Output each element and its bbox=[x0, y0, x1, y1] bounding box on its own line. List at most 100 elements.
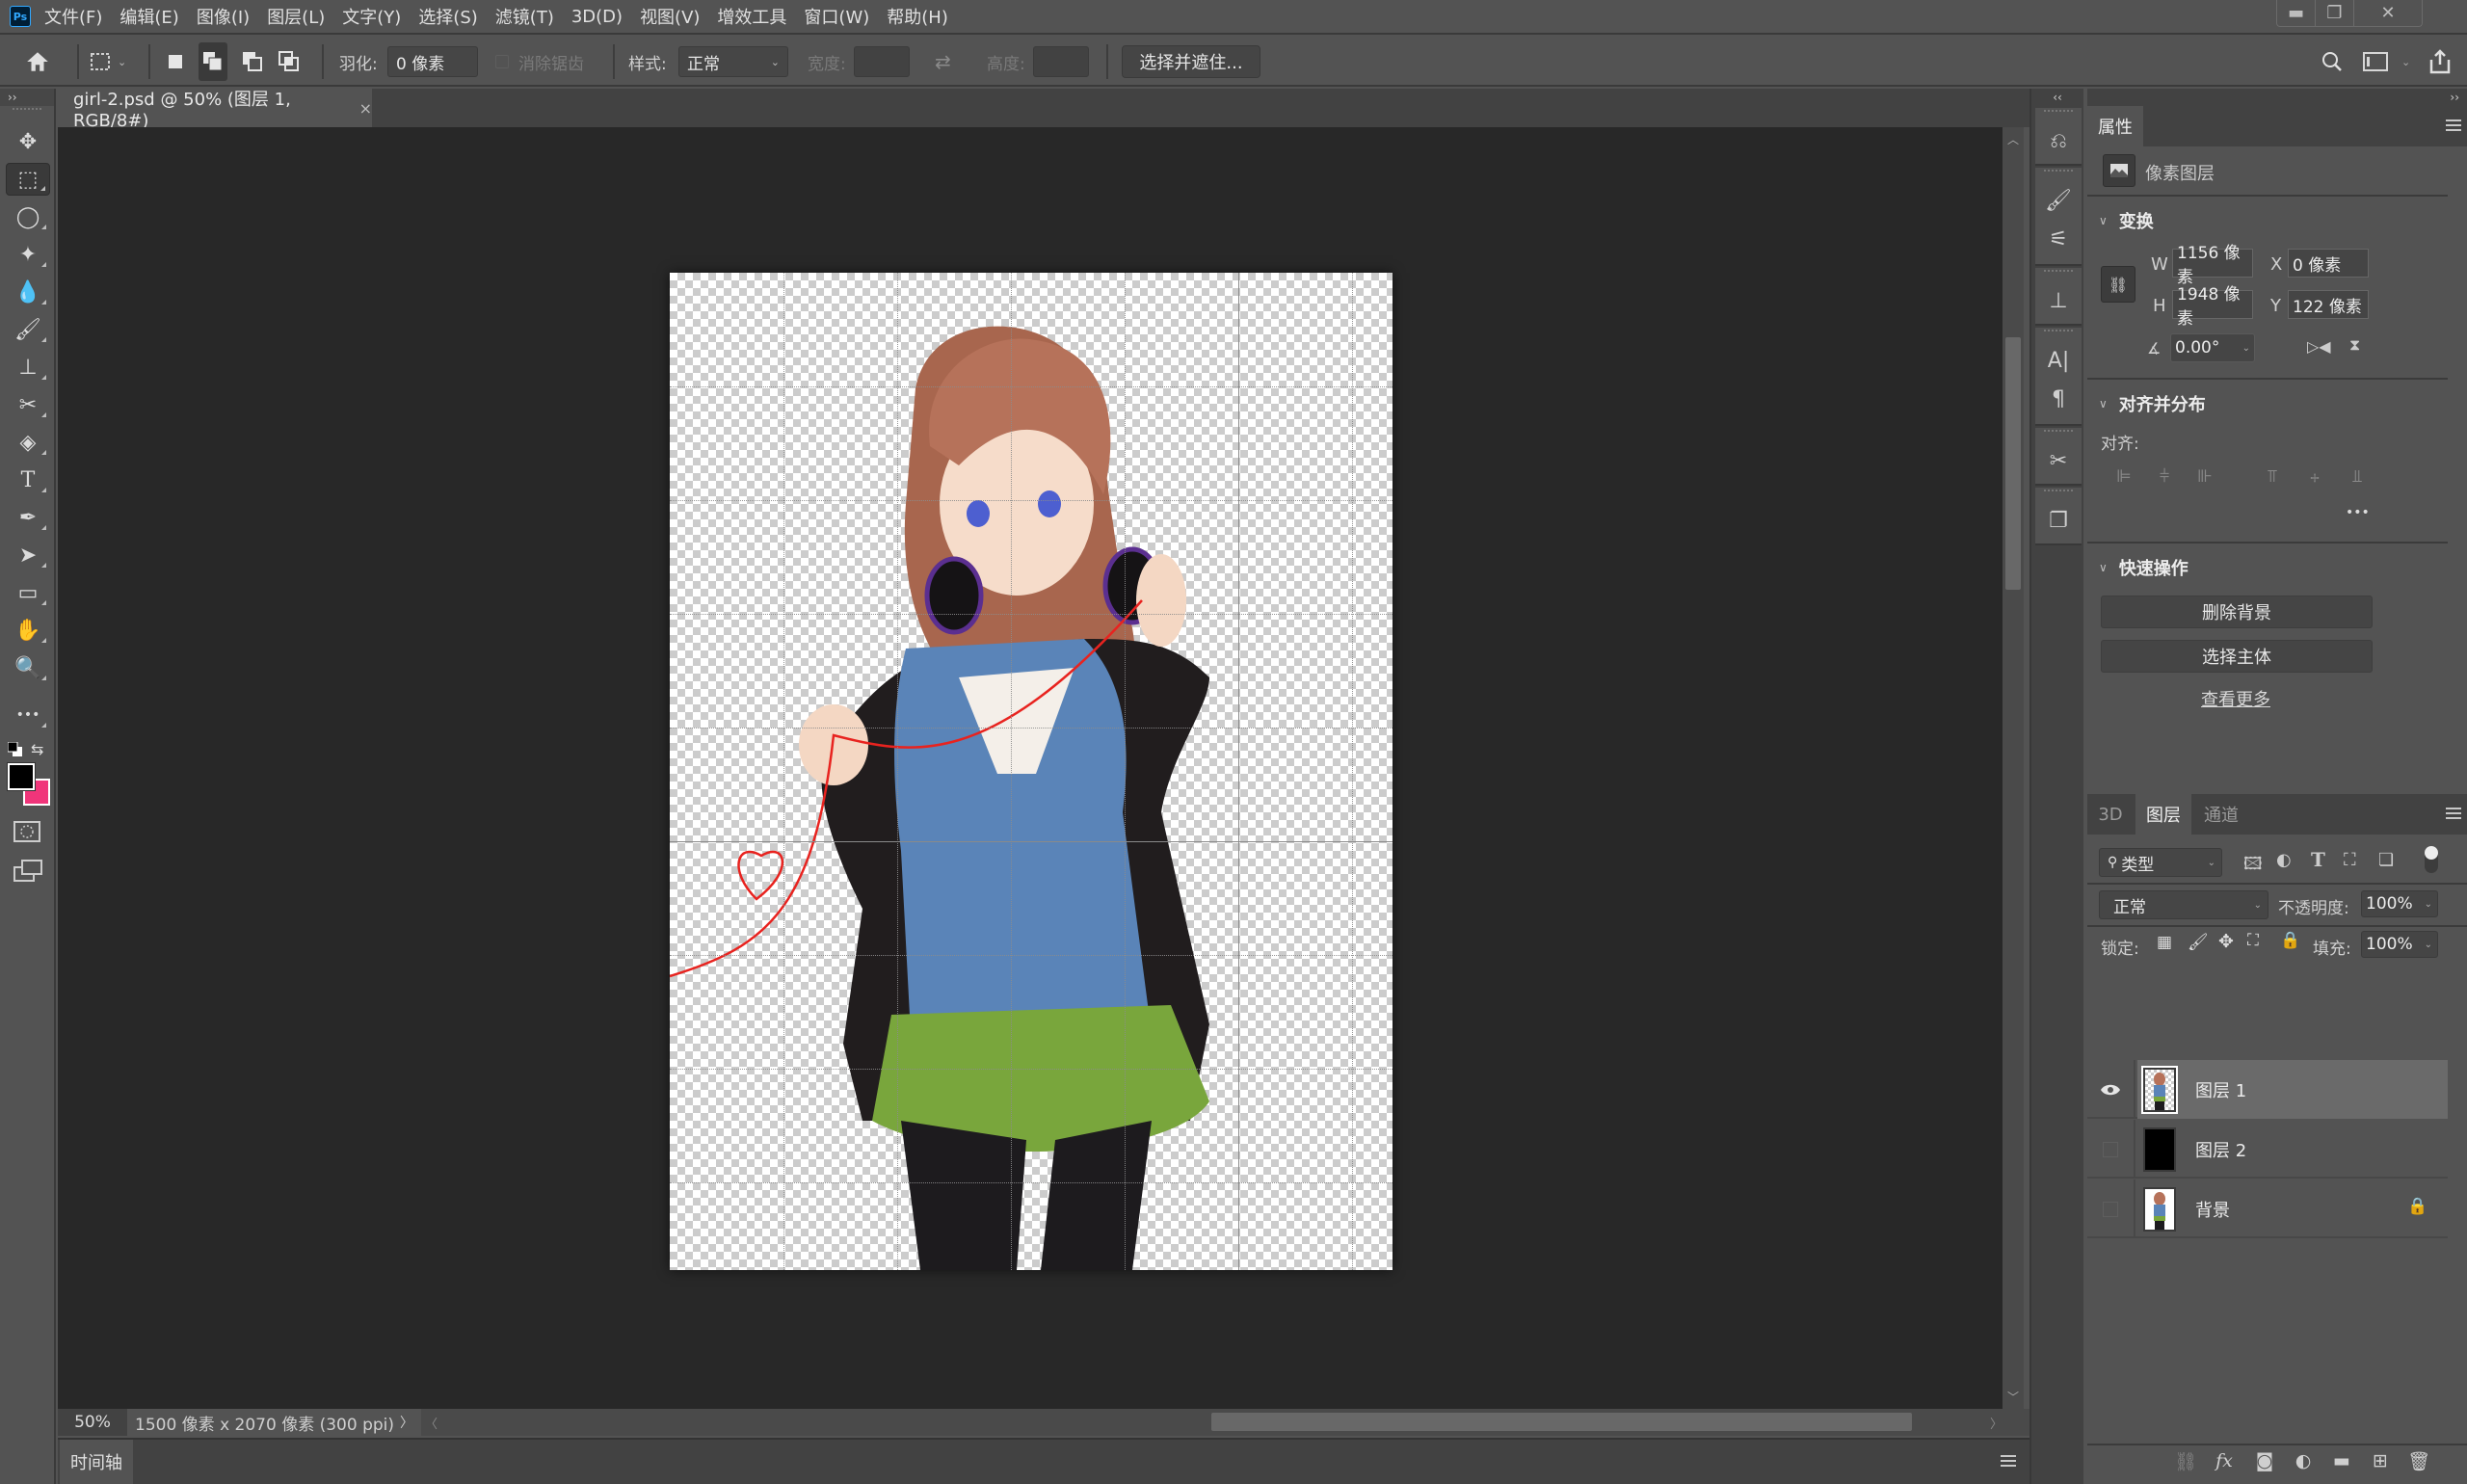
info-arrow-icon[interactable]: 〉 bbox=[400, 1413, 413, 1432]
rect-marquee-tool[interactable]: ⬚ bbox=[6, 163, 50, 196]
layer-row[interactable]: 图层 1 bbox=[2087, 1060, 2448, 1119]
libraries-button[interactable]: ❐ bbox=[2035, 501, 2082, 540]
layer-main[interactable]: 图层 2 bbox=[2137, 1120, 2448, 1179]
blend-mode-select[interactable]: 正常 ⌄ bbox=[2099, 890, 2268, 919]
expand-panels-icon[interactable]: ›› bbox=[2087, 89, 2467, 106]
hand-tool[interactable]: ✋ bbox=[6, 614, 50, 647]
feather-input[interactable]: 0 像素 bbox=[387, 46, 478, 77]
filter-smart-object-button[interactable]: ❏ bbox=[2378, 850, 2394, 870]
tool-preset-picker[interactable]: ⌄ bbox=[89, 37, 126, 87]
filter-type-button[interactable]: T bbox=[2311, 848, 2325, 871]
tab-3d[interactable]: 3D bbox=[2087, 794, 2134, 835]
filter-shape-button[interactable]: ⛶ bbox=[2344, 850, 2356, 870]
layers-menu-icon[interactable] bbox=[2446, 808, 2461, 819]
add-selection-button[interactable] bbox=[199, 37, 227, 87]
style-select[interactable]: 正常 ⌄ bbox=[678, 46, 788, 77]
menu-window[interactable]: 窗口(W) bbox=[804, 4, 869, 29]
tab-channels[interactable]: 通道 bbox=[2193, 794, 2249, 835]
stamp-tool[interactable]: ⊥ bbox=[6, 351, 50, 384]
brush-settings-button[interactable]: ⚟ bbox=[2035, 220, 2082, 258]
foreground-color-swatch[interactable] bbox=[7, 762, 36, 791]
menu-type[interactable]: 文字(Y) bbox=[342, 4, 401, 29]
menu-filter[interactable]: 滤镜(T) bbox=[495, 4, 554, 29]
layer-row[interactable]: 背景 🔒 bbox=[2087, 1179, 2448, 1238]
document-canvas[interactable] bbox=[670, 273, 1393, 1270]
horizontal-scroll-thumb[interactable] bbox=[1211, 1413, 1913, 1431]
toolbar-collapse[interactable]: ›› bbox=[0, 89, 54, 106]
menu-edit[interactable]: 编辑(E) bbox=[119, 4, 178, 29]
paint-bucket-tool[interactable]: ◈ bbox=[6, 426, 50, 459]
lock-position-button[interactable]: ✥ bbox=[2218, 931, 2234, 952]
close-tab-icon[interactable]: × bbox=[359, 99, 372, 118]
type-tool[interactable]: T bbox=[6, 464, 50, 496]
restore-button[interactable]: ❐ bbox=[2316, 0, 2354, 26]
clone-source-button[interactable]: ⊥ bbox=[2035, 281, 2082, 320]
layer-main[interactable]: 背景 🔒 bbox=[2137, 1179, 2448, 1238]
flip-vertical-button[interactable]: ⧗ bbox=[2349, 335, 2360, 355]
antialias-checkbox[interactable]: 消除锯齿 bbox=[495, 37, 584, 87]
flip-horizontal-button[interactable]: ▷◀ bbox=[2307, 337, 2331, 356]
workspace-button[interactable]: ⌄ bbox=[2363, 37, 2410, 87]
timeline-menu-icon[interactable] bbox=[2001, 1455, 2016, 1467]
filter-toggle[interactable] bbox=[2425, 846, 2438, 873]
panel-grip[interactable] bbox=[2044, 430, 2073, 439]
zoom-level-field[interactable]: 50% bbox=[58, 1409, 127, 1436]
menu-help[interactable]: 帮助(H) bbox=[887, 4, 948, 29]
swap-button[interactable]: ⇄ bbox=[935, 37, 951, 87]
opacity-field[interactable]: 100% ⌄ bbox=[2361, 890, 2438, 917]
default-colors-button[interactable] bbox=[7, 741, 23, 761]
panel-grip[interactable] bbox=[2044, 330, 2073, 339]
search-button[interactable] bbox=[2321, 37, 2344, 87]
horizontal-scrollbar[interactable]: 〈 〉 bbox=[421, 1409, 2029, 1436]
align-bottom-button[interactable]: ⫫ bbox=[2346, 464, 2369, 488]
scroll-down-icon[interactable]: ﹀ bbox=[2007, 1389, 2019, 1405]
layer-filter-select[interactable]: ⚲ 类型 ⌄ bbox=[2099, 848, 2222, 877]
scroll-up-icon[interactable]: ︿ bbox=[2007, 131, 2019, 147]
x-field[interactable]: 0 像素 bbox=[2288, 249, 2369, 278]
height-input[interactable] bbox=[1033, 46, 1089, 77]
layer-style-button[interactable]: fx bbox=[2211, 1447, 2238, 1474]
eraser-tool[interactable]: ✂ bbox=[6, 388, 50, 421]
menu-image[interactable]: 图像(I) bbox=[197, 4, 250, 29]
toolbar-grip[interactable] bbox=[13, 108, 41, 118]
brush-tool[interactable]: 🖌 bbox=[6, 313, 50, 346]
zoom-tool[interactable]: 🔍 bbox=[6, 651, 50, 684]
history-panel-button[interactable]: ⎌ bbox=[2035, 121, 2082, 160]
align-vcenter-button[interactable]: ⧾ bbox=[2303, 464, 2326, 488]
scroll-right-icon[interactable]: 〉 bbox=[1990, 1414, 2003, 1432]
align-left-button[interactable]: ⊫ bbox=[2112, 464, 2135, 488]
new-group-button[interactable]: ▬ bbox=[2328, 1447, 2355, 1474]
y-field[interactable]: 122 像素 bbox=[2288, 290, 2369, 319]
align-right-button[interactable]: ⊪ bbox=[2193, 464, 2216, 488]
menu-3d[interactable]: 3D(D) bbox=[571, 7, 623, 27]
align-section-header[interactable]: ∨ 对齐并分布 bbox=[2099, 391, 2206, 416]
lock-icon[interactable]: 🔒 bbox=[2407, 1197, 2427, 1216]
layer-visibility-toggle[interactable] bbox=[2087, 1179, 2135, 1238]
close-button[interactable]: ✕ bbox=[2354, 0, 2422, 26]
align-hcenter-button[interactable]: ⫩ bbox=[2153, 464, 2176, 488]
intersect-selection-button[interactable] bbox=[278, 37, 301, 87]
lock-transparent-button[interactable]: ▦ bbox=[2157, 933, 2172, 952]
link-layers-button[interactable]: ⛓ bbox=[2172, 1447, 2199, 1474]
tool-presets-button[interactable]: ✂ bbox=[2035, 441, 2082, 480]
transform-section-header[interactable]: ∨ 变换 bbox=[2099, 208, 2154, 233]
vertical-guide[interactable] bbox=[1238, 273, 1239, 1270]
see-more-link[interactable]: 查看更多 bbox=[2201, 686, 2270, 711]
angle-field[interactable]: 0.00° ⌄ bbox=[2170, 333, 2255, 362]
path-select-tool[interactable]: ➤ bbox=[6, 539, 50, 571]
panel-grip[interactable] bbox=[2044, 110, 2073, 119]
layer-main[interactable]: 图层 1 bbox=[2137, 1060, 2448, 1119]
document-tab[interactable]: girl-2.psd @ 50% (图层 1, RGB/8#) × bbox=[58, 89, 372, 131]
screen-mode-button[interactable] bbox=[13, 860, 42, 887]
minimize-button[interactable]: ▬ bbox=[2277, 0, 2316, 26]
adjustment-layer-button[interactable]: ◐ bbox=[2290, 1447, 2317, 1474]
more-tools[interactable]: ••• bbox=[6, 699, 50, 731]
document-info[interactable]: 1500 像素 x 2070 像素 (300 ppi) 〉 bbox=[127, 1409, 422, 1436]
properties-menu-icon[interactable] bbox=[2446, 119, 2461, 131]
filter-adjustment-button[interactable]: ◐ bbox=[2276, 850, 2292, 870]
tab-timeline[interactable]: 时间轴 bbox=[60, 1440, 133, 1484]
eyedropper-tool[interactable]: 💧 bbox=[6, 276, 50, 308]
filter-pixel-button[interactable]: 🖾 bbox=[2243, 852, 2263, 881]
menu-layer[interactable]: 图层(L) bbox=[267, 4, 325, 29]
width-input[interactable] bbox=[854, 46, 910, 77]
